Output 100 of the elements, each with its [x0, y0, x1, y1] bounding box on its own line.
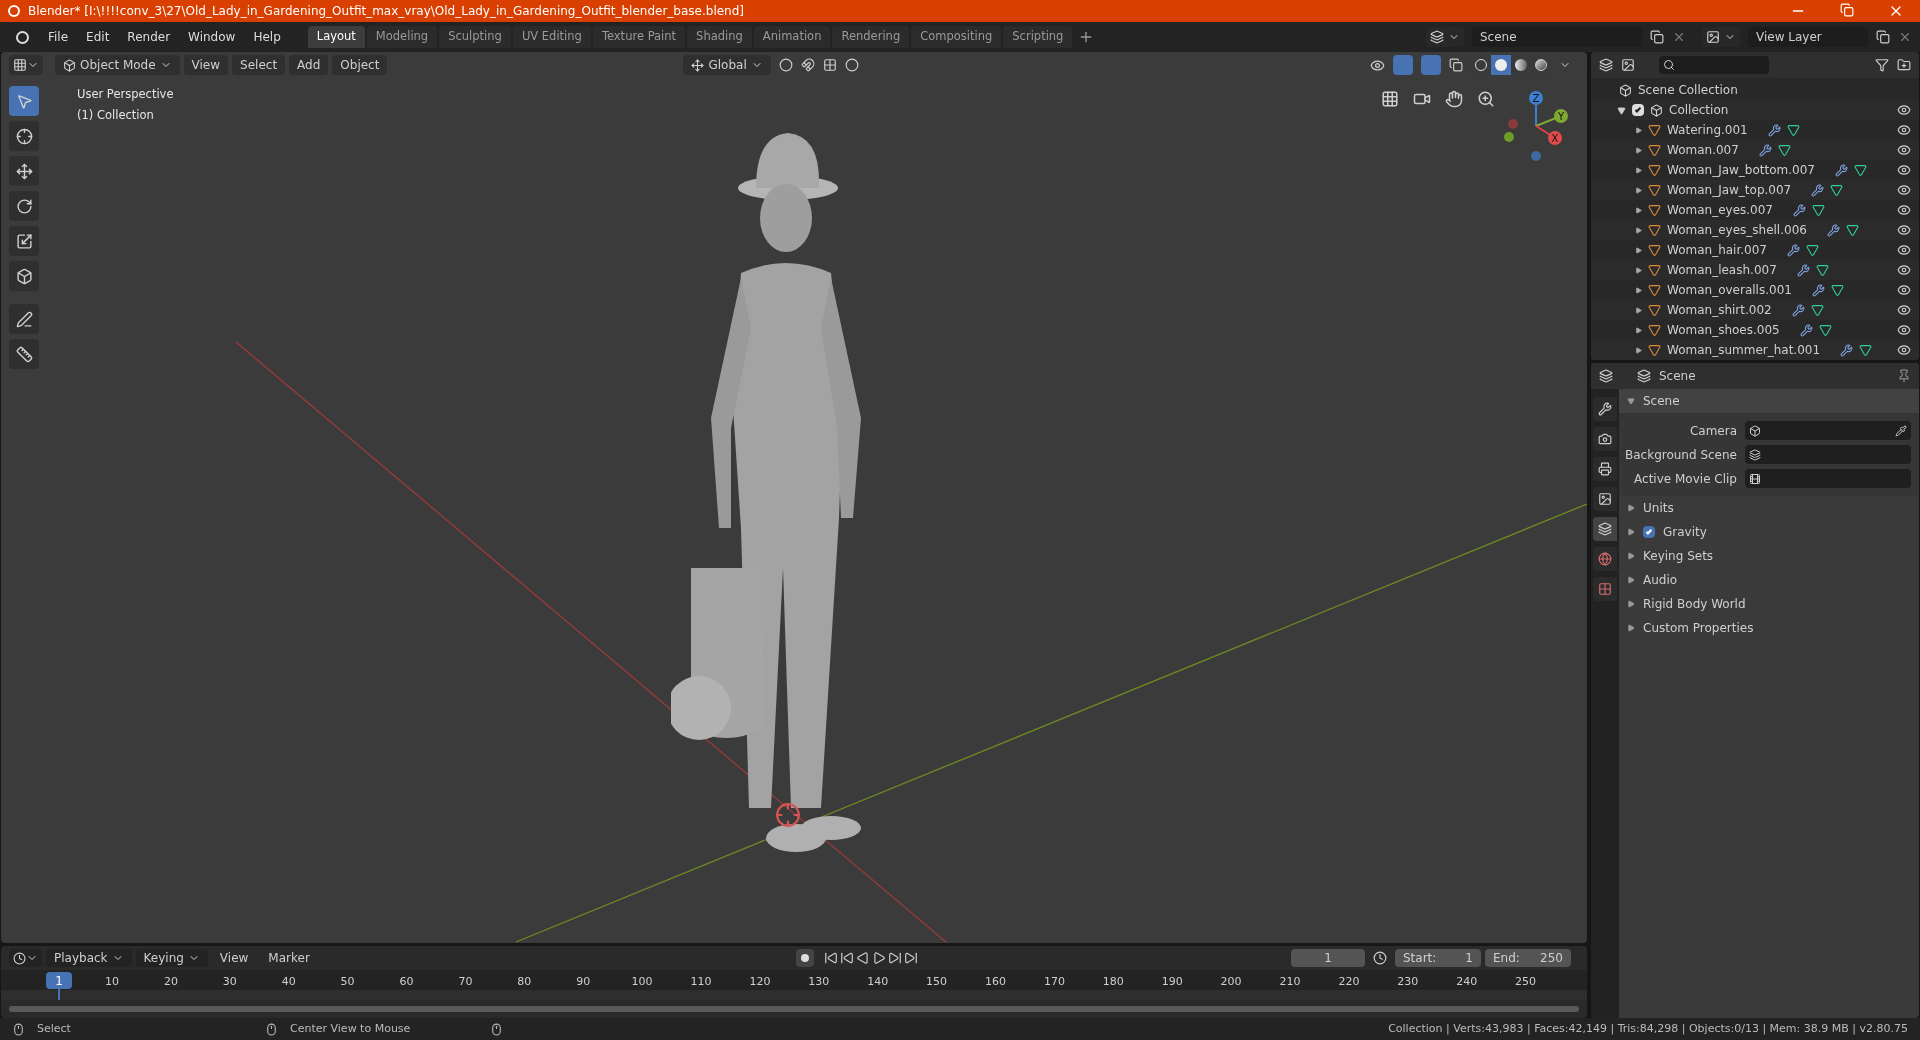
wrench-icon[interactable]: [1840, 343, 1854, 357]
previous-keyframe-icon[interactable]: [839, 951, 854, 965]
scene-field[interactable]: Scene: [1472, 27, 1642, 47]
jump-start-icon[interactable]: [823, 951, 838, 965]
visibility-icon[interactable]: [1897, 303, 1911, 317]
view-layer-field[interactable]: View Layer: [1748, 27, 1868, 47]
navigation-gizmo[interactable]: Z Y X: [1501, 86, 1571, 166]
menu-item[interactable]: View: [211, 949, 257, 967]
menu-item[interactable]: View: [183, 55, 229, 75]
proportional-editing-icon[interactable]: [844, 58, 859, 72]
play-reverse-icon[interactable]: [855, 951, 870, 965]
visibility-icon[interactable]: [1897, 343, 1911, 357]
expand-arrow-icon[interactable]: [1635, 206, 1642, 214]
menu-item[interactable]: Window: [181, 26, 243, 48]
record-button[interactable]: [795, 949, 814, 967]
expand-arrow-icon[interactable]: [1635, 326, 1642, 334]
3d-viewport[interactable]: Object Mode View Select Add Object Global User Perspective (1) Collection Z Y X: [1, 52, 1587, 943]
visibility-icon[interactable]: [1897, 123, 1911, 137]
outliner-item[interactable]: Woman_summer_hat.001: [1667, 341, 1821, 359]
editor-type-selector[interactable]: [9, 55, 43, 75]
tool-button[interactable]: [9, 304, 39, 334]
wrench-icon[interactable]: [1811, 183, 1825, 197]
expand-arrow-icon[interactable]: [1635, 146, 1642, 154]
properties-tab[interactable]: [1593, 517, 1617, 541]
expand-arrow-icon[interactable]: [1635, 226, 1642, 234]
mesh-data-icon[interactable]: [1859, 343, 1873, 357]
workspace-tab[interactable]: Texture Paint: [592, 26, 686, 48]
outliner-item[interactable]: Woman_hair.007: [1667, 241, 1767, 259]
copy-icon[interactable]: [1650, 30, 1664, 44]
mesh-data-icon[interactable]: [1777, 143, 1791, 157]
close-icon[interactable]: [1672, 30, 1686, 44]
expand-arrow-icon[interactable]: [1635, 186, 1642, 194]
menu-item[interactable]: Object: [332, 55, 388, 75]
restore-icon[interactable]: [1840, 3, 1854, 17]
play-icon[interactable]: [871, 951, 886, 965]
close-icon[interactable]: [1898, 30, 1912, 44]
expand-arrow-icon[interactable]: [1635, 346, 1642, 354]
properties-tab[interactable]: [1593, 547, 1617, 571]
workspace-tab[interactable]: Animation: [753, 26, 831, 48]
visibility-icon[interactable]: [1370, 57, 1385, 73]
wrench-icon[interactable]: [1811, 283, 1825, 297]
tool-button[interactable]: [9, 226, 39, 256]
menu-item[interactable]: Render: [120, 26, 178, 48]
workspace-tab[interactable]: Sculpting: [439, 26, 511, 48]
outliner-item[interactable]: Watering.001: [1667, 121, 1748, 139]
menu-item[interactable]: Help: [246, 26, 288, 48]
expand-arrow-icon[interactable]: [1635, 286, 1642, 294]
properties-tab[interactable]: [1593, 427, 1617, 451]
tool-button[interactable]: [9, 191, 39, 221]
outliner-item[interactable]: Woman_shirt.002: [1667, 301, 1772, 319]
outliner-item[interactable]: Woman_shoes.005: [1667, 321, 1780, 339]
overlay-toggle[interactable]: [1421, 55, 1441, 75]
outliner-item[interactable]: Woman_Jaw_bottom.007: [1667, 161, 1815, 179]
eyedropper-icon[interactable]: [1895, 424, 1907, 437]
visibility-icon[interactable]: [1897, 323, 1911, 337]
pin-icon[interactable]: [1897, 369, 1911, 383]
visibility-icon[interactable]: [1897, 263, 1911, 277]
mode-dropdown[interactable]: Object Mode: [55, 55, 180, 75]
wrench-icon[interactable]: [1835, 163, 1848, 177]
properties-tab[interactable]: [1593, 487, 1617, 511]
next-keyframe-icon[interactable]: [887, 951, 902, 965]
filter-icon[interactable]: [1875, 58, 1889, 72]
current-frame-field[interactable]: 1: [1291, 949, 1365, 967]
hand-icon[interactable]: [1445, 90, 1463, 108]
search-field[interactable]: [1659, 56, 1769, 74]
editor-type-selector[interactable]: [9, 949, 42, 967]
checkbox[interactable]: [1643, 526, 1655, 538]
outliner-item[interactable]: Woman_eyes_shell.006: [1667, 221, 1807, 239]
outliner-item[interactable]: Woman_overalls.001: [1667, 281, 1792, 299]
pivot-icon[interactable]: [778, 58, 793, 72]
panel-header[interactable]: Scene: [1619, 389, 1919, 413]
start-frame-field[interactable]: Start: 1: [1395, 949, 1481, 967]
field-input[interactable]: [1745, 445, 1911, 464]
outliner-item[interactable]: Woman_leash.007: [1667, 261, 1777, 279]
workspace-tab[interactable]: Compositing: [911, 26, 1002, 48]
display-mode-icon[interactable]: [1621, 58, 1635, 72]
visibility-icon[interactable]: [1897, 143, 1911, 157]
menu-item[interactable]: Select: [232, 55, 286, 75]
expand-arrow-icon[interactable]: [1617, 105, 1626, 115]
scene-selector[interactable]: [1426, 27, 1464, 47]
menu-item[interactable]: Add: [289, 55, 329, 75]
menu-item[interactable]: Edit: [79, 26, 117, 48]
outliner-item[interactable]: Woman_Jaw_top.007: [1667, 181, 1792, 199]
tool-button[interactable]: [9, 156, 39, 186]
mesh-data-icon[interactable]: [1845, 223, 1859, 237]
expand-arrow-icon[interactable]: [1635, 306, 1642, 314]
workspace-tab[interactable]: Modeling: [366, 26, 438, 48]
expand-arrow-icon[interactable]: [1635, 246, 1642, 254]
outliner-item[interactable]: Scene Collection: [1638, 81, 1738, 99]
expand-arrow-icon[interactable]: [1635, 166, 1642, 174]
mesh-data-icon[interactable]: [1830, 183, 1844, 197]
end-frame-field[interactable]: End: 250: [1485, 949, 1571, 967]
stopwatch-icon[interactable]: [1373, 951, 1387, 965]
expand-arrow-icon[interactable]: [1635, 266, 1642, 274]
visibility-icon[interactable]: [1897, 283, 1911, 297]
outliner-item[interactable]: Collection: [1669, 101, 1729, 119]
mesh-data-icon[interactable]: [1786, 123, 1800, 137]
tool-button[interactable]: [9, 121, 39, 151]
menu-item[interactable]: Keying: [135, 949, 208, 967]
workspace-tab[interactable]: UV Editing: [512, 26, 591, 48]
